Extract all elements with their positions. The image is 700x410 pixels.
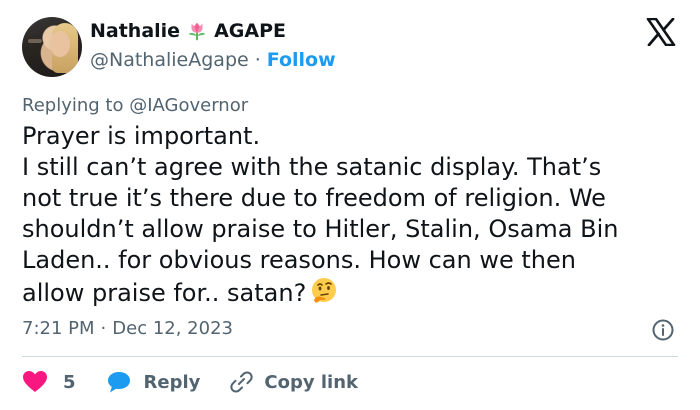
thinking-face-icon — [312, 278, 337, 303]
tweet-line-last: allow praise for.. satan? — [22, 276, 682, 309]
tweet-line: I still can’t agree with the satanic dis… — [22, 153, 602, 181]
follow-button[interactable]: Follow — [267, 49, 336, 71]
tweet-line: allow praise for.. satan? — [22, 279, 307, 307]
copy-link-button[interactable]: Copy link — [228, 370, 358, 394]
tweet-time: 7:21 PM — [22, 318, 95, 339]
link-icon — [230, 371, 254, 393]
tweet-card: Nathalie AGAPE @NathalieAgape · Follow R… — [0, 0, 700, 410]
replying-to-line: Replying to @IAGovernor — [22, 95, 248, 116]
info-icon[interactable] — [651, 318, 675, 342]
avatar-background-light — [28, 39, 42, 43]
author-handle[interactable]: @NathalieAgape — [90, 49, 249, 71]
avatar[interactable] — [22, 17, 82, 77]
like-count: 5 — [63, 371, 76, 393]
timestamp-separator: · — [100, 318, 107, 339]
copy-link-label: Copy link — [264, 371, 358, 393]
author-handle-row: @NathalieAgape · Follow — [90, 49, 336, 71]
tweet-line: Laden.. for obvious reasons. How can we … — [22, 246, 576, 274]
avatar-face — [50, 31, 70, 57]
action-bar: 5 Reply Copy link — [22, 370, 358, 394]
like-button[interactable]: 5 — [22, 370, 76, 394]
divider — [22, 356, 678, 357]
reply-bubble-icon — [107, 372, 130, 393]
replying-to-prefix: Replying to — [22, 95, 124, 116]
reply-label: Reply — [143, 371, 201, 393]
author-name-row[interactable]: Nathalie AGAPE — [90, 20, 286, 42]
handle-separator: · — [254, 49, 261, 71]
heart-icon — [23, 371, 47, 392]
tweet-line: not true it’s there due to freedom of re… — [22, 184, 606, 212]
tulip-icon — [188, 22, 206, 41]
tweet-line: shouldn’t allow praise to Hitler, Stalin… — [22, 215, 619, 243]
author-name-last[interactable]: AGAPE — [214, 20, 286, 42]
author-name-first[interactable]: Nathalie — [90, 20, 180, 42]
tweet-line: Prayer is important. — [22, 122, 261, 150]
tweet-timestamp[interactable]: 7:21 PM · Dec 12, 2023 — [22, 318, 233, 339]
reply-button[interactable]: Reply — [106, 370, 201, 394]
tweet-text: Prayer is important. I still can’t agree… — [22, 121, 682, 309]
x-logo-icon[interactable] — [646, 18, 676, 46]
tweet-date: Dec 12, 2023 — [112, 318, 233, 339]
replying-to-mention[interactable]: @IAGovernor — [129, 95, 248, 116]
